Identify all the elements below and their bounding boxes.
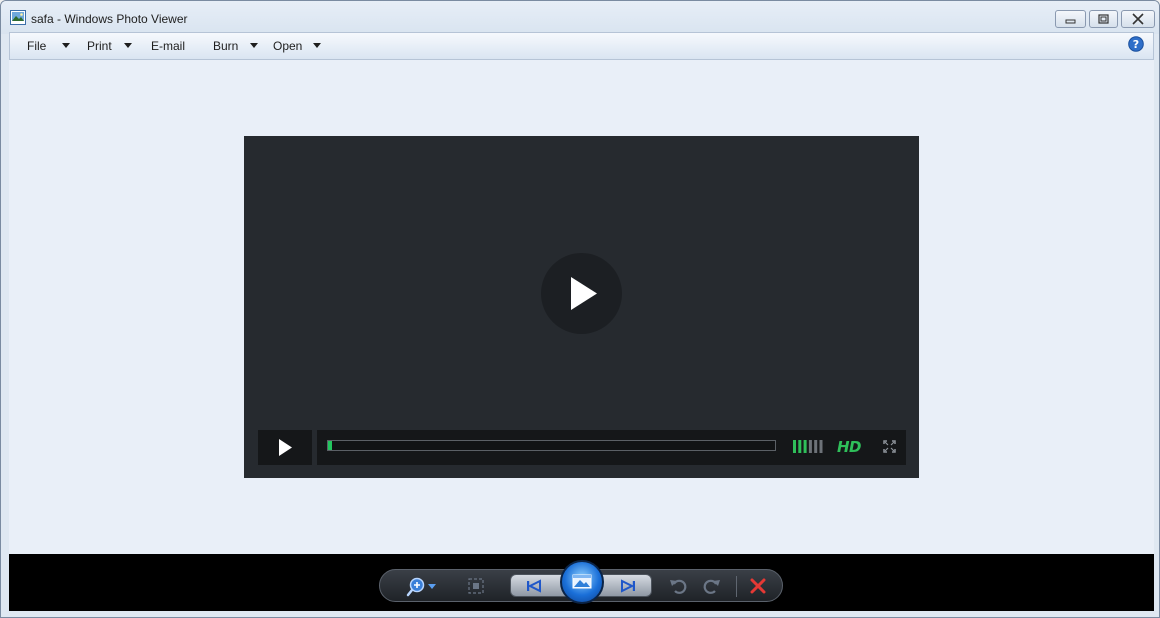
maximize-icon	[1098, 14, 1109, 24]
help-icon[interactable]: ?	[1128, 36, 1144, 52]
seek-bar[interactable]	[327, 440, 776, 451]
close-button[interactable]	[1121, 10, 1155, 28]
chevron-down-icon	[250, 43, 258, 48]
play-icon	[279, 439, 292, 456]
menu-bar: File Print E-mail Burn Open ?	[9, 32, 1154, 60]
play-icon	[571, 277, 597, 310]
rotate-clockwise-icon[interactable]	[702, 576, 722, 596]
menu-burn[interactable]: Burn	[213, 39, 261, 55]
menu-email-label: E-mail	[151, 39, 186, 53]
volume-bar	[814, 440, 818, 453]
actual-size-icon[interactable]	[466, 576, 486, 596]
previous-icon[interactable]	[523, 577, 545, 595]
chevron-down-icon	[124, 43, 132, 48]
seek-bar-fill	[328, 441, 333, 450]
minimize-button[interactable]	[1055, 10, 1086, 28]
menu-print-label: Print	[87, 39, 112, 53]
volume-bar	[793, 440, 796, 453]
menu-file[interactable]: File	[27, 39, 71, 55]
video-controls: HD	[317, 430, 906, 465]
play-button[interactable]	[258, 430, 312, 465]
bottom-toolbar	[9, 554, 1154, 611]
menu-open[interactable]: Open	[273, 39, 323, 55]
menu-print[interactable]: Print	[87, 39, 135, 55]
window-title: safa - Windows Photo Viewer	[31, 12, 188, 26]
chevron-down-icon	[62, 43, 70, 48]
zoom-icon[interactable]	[406, 575, 442, 597]
volume-bar	[808, 440, 812, 453]
volume-bar	[819, 440, 823, 453]
chevron-down-icon	[313, 43, 321, 48]
slideshow-icon	[572, 574, 592, 589]
next-icon[interactable]	[617, 577, 639, 595]
volume-bar	[798, 440, 802, 453]
maximize-button[interactable]	[1089, 10, 1118, 28]
title-bar: safa - Windows Photo Viewer	[1, 1, 1159, 34]
photo-viewer-window: safa - Windows Photo Viewer File Print E…	[0, 0, 1160, 618]
video-player-image: HD	[244, 136, 919, 478]
image-view-area: HD	[9, 60, 1154, 554]
toolbar-pill	[379, 560, 783, 604]
close-icon	[1132, 13, 1144, 25]
rotate-counterclockwise-icon[interactable]	[668, 576, 688, 596]
photo-viewer-icon	[10, 10, 26, 25]
hd-badge[interactable]: HD	[837, 438, 862, 456]
delete-icon[interactable]	[748, 576, 768, 596]
menu-email[interactable]: E-mail	[151, 39, 193, 55]
menu-open-label: Open	[273, 39, 303, 53]
slideshow-button[interactable]	[560, 560, 604, 604]
menu-burn-label: Burn	[213, 39, 239, 53]
volume-icon[interactable]	[793, 439, 825, 454]
menu-file-label: File	[27, 39, 47, 53]
fullscreen-icon[interactable]	[883, 440, 896, 453]
big-play-button[interactable]	[541, 253, 622, 334]
svg-text:?: ?	[1133, 38, 1139, 51]
minimize-icon	[1065, 19, 1076, 24]
toolbar-divider	[736, 576, 737, 597]
volume-bar	[803, 440, 807, 453]
